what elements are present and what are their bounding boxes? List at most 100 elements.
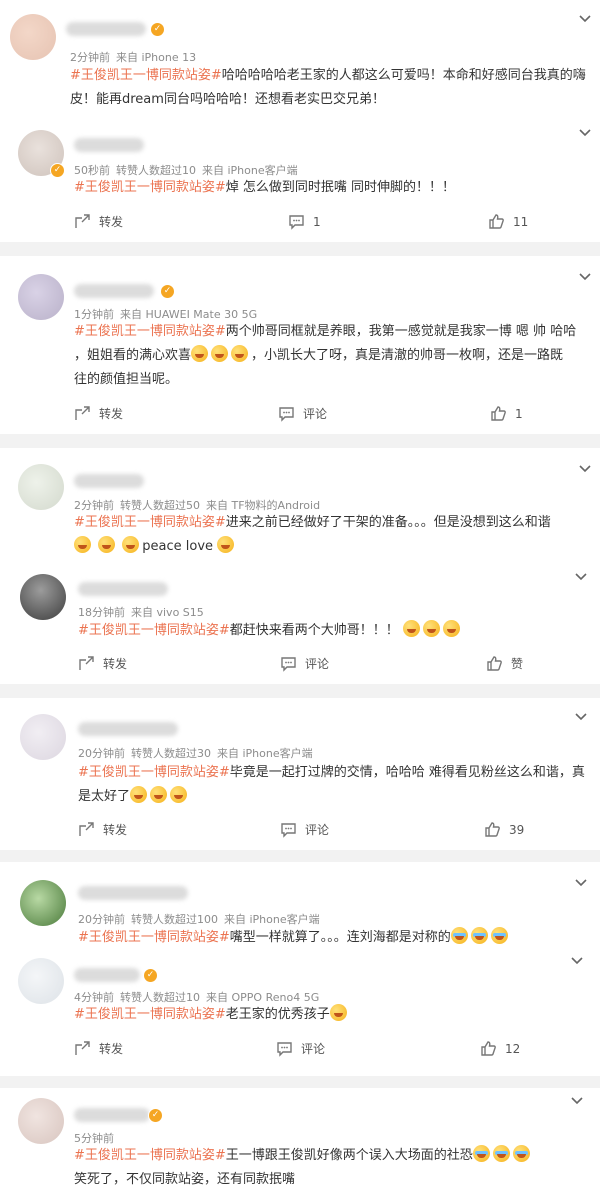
- action-bar: 转发 1 11: [0, 213, 600, 235]
- post-meta: 2分钟前 来自 iPhone 13: [70, 51, 197, 64]
- post-text: #王俊凯王一博同款站姿#两个帅哥同框就是养眼，我第一感觉就是我家一博 嗯 帅 哈…: [74, 324, 577, 387]
- post-meta: 20分钟前 转赞人数超过100 来自 iPhone客户端: [78, 913, 320, 926]
- cheer-emoji: [170, 786, 188, 803]
- v-badge-icon: ✓: [150, 22, 165, 37]
- hashtag-link[interactable]: #王俊凯王一博同款站姿#: [74, 515, 226, 530]
- username[interactable]: [74, 284, 154, 298]
- chevron-down-icon[interactable]: [578, 12, 592, 26]
- comment-icon: [277, 1042, 292, 1057]
- username[interactable]: [66, 22, 146, 36]
- like-button[interactable]: 11: [488, 213, 528, 230]
- chevron-down-icon[interactable]: [574, 570, 588, 584]
- hashtag-link[interactable]: #王俊凯王一博同款站姿#: [70, 68, 222, 83]
- hashtag-link[interactable]: #王俊凯王一博同款站姿#: [74, 1007, 226, 1022]
- comment-card: ✓ 2分钟前 来自 iPhone 13 #王俊凯王一博同款站姿#哈哈哈哈哈老王家的…: [0, 0, 600, 242]
- v-badge-icon: ✓: [143, 968, 158, 983]
- avatar[interactable]: [10, 14, 56, 60]
- party-emoji: [402, 620, 420, 637]
- post-meta: 20分钟前 转赞人数超过30 来自 iPhone客户端: [78, 747, 313, 760]
- hashtag-link[interactable]: #王俊凯王一博同款站姿#: [74, 1148, 226, 1163]
- avatar[interactable]: [20, 880, 66, 926]
- like-button[interactable]: 1: [490, 405, 523, 422]
- hashtag-link[interactable]: #王俊凯王一博同款站姿#: [78, 623, 230, 638]
- grin-emoji: [211, 345, 229, 362]
- comment-card: ✓ 1分钟前 来自 HUAWEI Mate 30 5G #王俊凯王一博同款站姿#两…: [0, 256, 600, 434]
- share-button[interactable]: 转发: [78, 655, 127, 672]
- laugh-emoji: [217, 536, 235, 553]
- laugh-cry-emoji: [472, 1145, 490, 1162]
- cheer-emoji: [329, 1004, 347, 1021]
- thumb-up-icon: [485, 822, 500, 837]
- share-icon: [75, 214, 90, 228]
- share-button[interactable]: 转发: [74, 213, 123, 230]
- party-emoji: [422, 620, 440, 637]
- chevron-down-icon[interactable]: [570, 954, 584, 968]
- hashtag-link[interactable]: #王俊凯王一博同款站姿#: [78, 930, 230, 945]
- username[interactable]: [78, 722, 178, 736]
- chevron-down-icon[interactable]: [574, 876, 588, 890]
- comment-icon: [289, 215, 304, 230]
- hashtag-link[interactable]: #王俊凯王一博同款站姿#: [78, 765, 230, 780]
- chevron-down-icon[interactable]: [574, 710, 588, 724]
- laugh-cry-emoji: [512, 1145, 530, 1162]
- chevron-down-icon[interactable]: [578, 462, 592, 476]
- like-button[interactable]: 12: [480, 1040, 520, 1057]
- smile-emoji: [122, 536, 140, 553]
- chevron-down-icon[interactable]: [570, 1094, 584, 1108]
- username[interactable]: [74, 1108, 150, 1122]
- cheer-emoji: [130, 786, 148, 803]
- avatar[interactable]: [18, 274, 64, 320]
- v-badge-icon: ✓: [160, 284, 175, 299]
- post-text: #王俊凯王一博同款站姿#王一博跟王俊凯好像两个误入大场面的社恐 笑死了，不仅同款…: [74, 1144, 586, 1192]
- smile-emoji: [74, 536, 91, 553]
- post-text: #王俊凯王一博同款站姿#毕竟是一起打过牌的交情，哈哈哈 难得看见粉丝这么和谐，真…: [78, 765, 585, 804]
- avatar[interactable]: [18, 1098, 64, 1144]
- like-button[interactable]: 39: [484, 821, 524, 838]
- comment-icon: [281, 823, 296, 838]
- laugh-cry-emoji: [470, 927, 488, 944]
- share-icon: [79, 822, 94, 836]
- action-bar: 转发 评论 1: [0, 405, 600, 427]
- username[interactable]: [78, 582, 168, 596]
- comment-button[interactable]: 评论: [278, 405, 327, 422]
- avatar[interactable]: [20, 574, 66, 620]
- hashtag-link[interactable]: #王俊凯王一博同款站姿#: [74, 180, 226, 195]
- like-button[interactable]: 赞: [486, 655, 523, 672]
- comment-card: 2分钟前 转赞人数超过50 来自 TF物料的Android #王俊凯王一博同款站姿#…: [0, 448, 600, 684]
- share-button[interactable]: 转发: [78, 821, 127, 838]
- thumb-up-icon: [481, 1041, 496, 1056]
- share-button[interactable]: 转发: [74, 1040, 123, 1057]
- action-bar: 转发 评论 赞: [0, 655, 600, 677]
- avatar[interactable]: [20, 714, 66, 760]
- avatar[interactable]: [18, 958, 64, 1004]
- laugh-cry-emoji: [492, 1145, 510, 1162]
- comment-icon: [281, 657, 296, 672]
- grin-emoji: [191, 345, 209, 362]
- share-button[interactable]: 转发: [74, 405, 123, 422]
- share-icon: [75, 406, 90, 420]
- username[interactable]: [74, 968, 140, 982]
- post-text: #王俊凯王一博同款站姿#焯 怎么做到同时抿嘴 同时伸脚的！！！: [74, 180, 456, 195]
- comment-card: 20分钟前 转赞人数超过30 来自 iPhone客户端 #王俊凯王一博同款站姿#毕竟…: [0, 698, 600, 850]
- avatar[interactable]: [18, 464, 64, 510]
- post-text: #王俊凯王一博同款站姿#嘴型一样就算了。。。连刘海都是对称的: [78, 926, 588, 950]
- comment-button[interactable]: 1: [288, 213, 321, 230]
- action-bar: 转发 评论 39: [0, 821, 600, 843]
- action-bar: 转发 评论 12: [0, 1040, 600, 1062]
- comment-icon: [279, 407, 294, 422]
- username[interactable]: [78, 886, 188, 900]
- comment-button[interactable]: 评论: [280, 821, 329, 838]
- comment-button[interactable]: 评论: [276, 1040, 325, 1057]
- thumb-up-icon: [489, 214, 504, 229]
- username[interactable]: [74, 138, 144, 152]
- chevron-down-icon[interactable]: [578, 270, 592, 284]
- cheer-emoji: [150, 786, 168, 803]
- thumb-up-icon: [487, 656, 502, 671]
- laugh-cry-emoji: [490, 927, 508, 944]
- post-meta: 18分钟前 来自 vivo S15: [78, 606, 204, 619]
- comment-button[interactable]: 评论: [280, 655, 329, 672]
- comment-card: ✓ 5分钟前 #王俊凯王一博同款站姿#王一博跟王俊凯好像两个误入大场面的社恐 笑…: [0, 1088, 600, 1194]
- hashtag-link[interactable]: #王俊凯王一博同款站姿#: [74, 324, 226, 339]
- username[interactable]: [74, 474, 144, 488]
- chevron-down-icon[interactable]: [578, 126, 592, 140]
